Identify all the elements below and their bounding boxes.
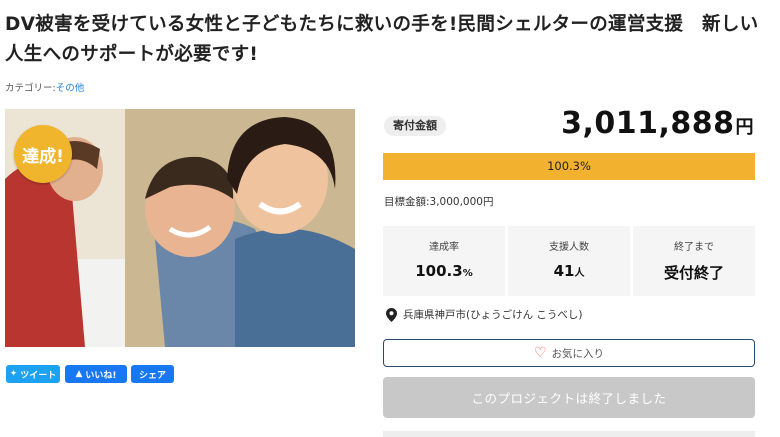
- map-pin-icon: [386, 307, 397, 322]
- stat-number: 受付終了: [663, 264, 724, 282]
- progress-bar: 100.3%: [383, 153, 755, 180]
- funds-tag: 寄付金額: [384, 116, 446, 136]
- progress-label: 100.3%: [547, 159, 591, 173]
- target-amount: 目標金額:3,000,000円: [384, 196, 494, 208]
- stat-number: 100.3: [415, 262, 463, 280]
- amount-unit: 円: [735, 117, 754, 138]
- like-button[interactable]: ▲ いいね!: [65, 365, 127, 383]
- stat-value: 受付終了: [633, 262, 755, 283]
- share-button[interactable]: シェア: [131, 365, 174, 383]
- amount-value: 3,011,888: [561, 106, 735, 141]
- heart-icon: ♡: [533, 345, 547, 361]
- page-title: DV被害を受けている女性と子どもたちに救いの手を!民間シェルターの運営支援 新し…: [5, 14, 759, 65]
- stat-value: 41人: [508, 262, 630, 280]
- stat-value: 100.3%: [383, 262, 505, 280]
- tweet-label: ツイート: [20, 370, 57, 381]
- project-image: 達成!: [5, 109, 355, 347]
- stat-unit: %: [462, 268, 473, 279]
- stats-panel: 達成率 100.3% 支援人数 41人 終了まで 受付終了: [383, 226, 755, 296]
- share-label: シェア: [138, 370, 166, 381]
- twitter-bird-icon: ✦: [9, 369, 18, 379]
- next-section-edge: [383, 431, 755, 437]
- category-link[interactable]: その他: [56, 83, 85, 94]
- category: カテゴリー:その他: [5, 80, 84, 94]
- tweet-button[interactable]: ✦ ツイート: [6, 365, 60, 383]
- stat-number: 41: [553, 262, 575, 280]
- stat-achievement-rate: 達成率 100.3%: [383, 226, 505, 296]
- stat-label: 支援人数: [549, 242, 589, 253]
- project-ended-button[interactable]: このプロジェクトは終了しました: [383, 377, 755, 418]
- stat-time-remaining: 終了まで 受付終了: [633, 226, 755, 296]
- stat-supporters: 支援人数 41人: [508, 226, 630, 296]
- achieved-badge: 達成!: [14, 125, 72, 183]
- favorite-label: お気に入り: [551, 347, 605, 360]
- like-label: いいね!: [85, 370, 117, 381]
- favorite-button[interactable]: ♡ お気に入り: [383, 339, 755, 367]
- stat-label: 終了まで: [674, 242, 714, 253]
- category-label: カテゴリー:: [5, 83, 56, 94]
- thumbs-up-icon: ▲: [75, 369, 83, 379]
- location-text: 兵庫県神戸市(ひょうごけん こうべし): [403, 309, 583, 321]
- stat-label: 達成率: [429, 242, 459, 253]
- stat-unit: 人: [574, 268, 585, 279]
- funds-amount: 3,011,888円: [561, 106, 754, 141]
- location: 兵庫県神戸市(ひょうごけん こうべし): [386, 307, 583, 322]
